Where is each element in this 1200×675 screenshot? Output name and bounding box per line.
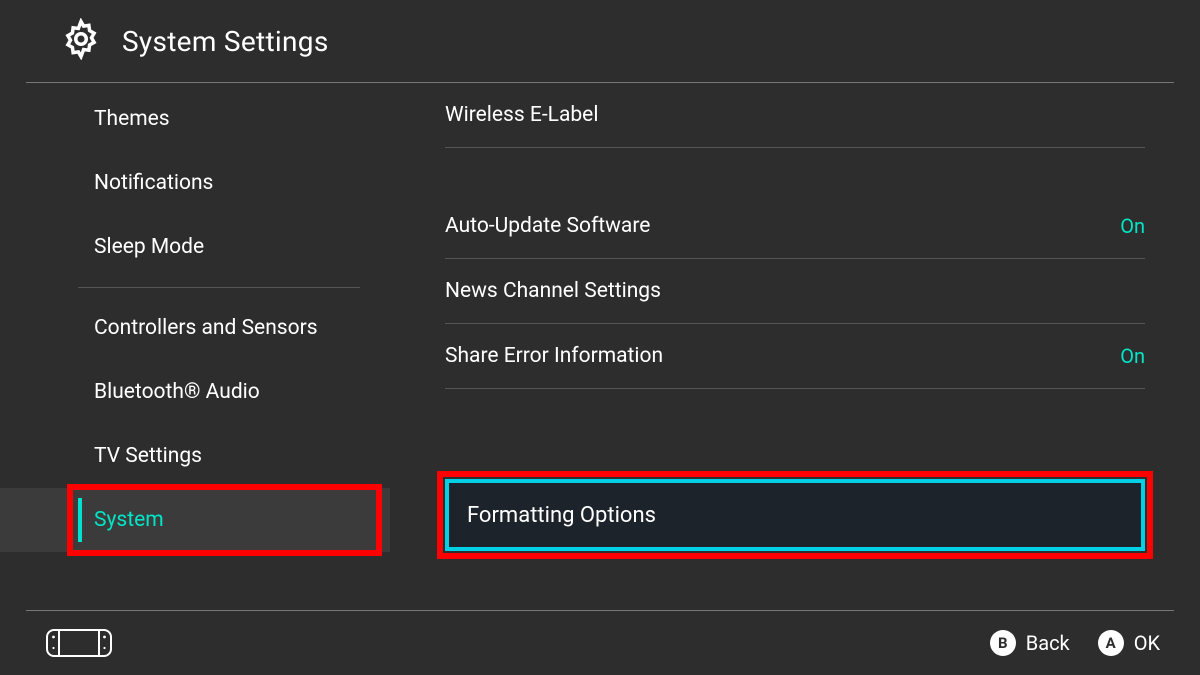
row-value: On (1120, 344, 1145, 368)
sidebar-item-controllers-and-sensors[interactable]: Controllers and Sensors (0, 296, 390, 360)
sidebar-item-sleep-mode[interactable]: Sleep Mode (0, 215, 390, 279)
row-formatting-options[interactable]: Formatting Options (445, 479, 1145, 551)
row-label: Wireless E-Label (445, 103, 598, 127)
sidebar-item-themes[interactable]: Themes (0, 87, 390, 151)
a-button-icon: A (1098, 630, 1124, 656)
page-title: System Settings (122, 25, 329, 58)
row-label: Auto-Update Software (445, 214, 650, 238)
row-label: News Channel Settings (445, 279, 661, 303)
section-gap (445, 148, 1145, 194)
sidebar-divider (78, 287, 360, 288)
row-label: Share Error Information (445, 344, 663, 368)
section-gap (445, 389, 1145, 479)
row-wireless-e-label[interactable]: Wireless E-Label (445, 83, 1145, 148)
sidebar: Themes Notifications Sleep Mode Controll… (0, 83, 390, 610)
row-auto-update-software[interactable]: Auto-Update Software On (445, 194, 1145, 259)
back-button[interactable]: B Back (990, 630, 1070, 656)
sidebar-item-system[interactable]: System (0, 488, 390, 552)
ok-button[interactable]: A OK (1098, 630, 1160, 656)
main-panel: Wireless E-Label Auto-Update Software On… (390, 83, 1200, 610)
sidebar-item-notifications[interactable]: Notifications (0, 151, 390, 215)
content: Themes Notifications Sleep Mode Controll… (0, 83, 1200, 610)
ok-label: OK (1134, 631, 1160, 655)
console-icon (46, 629, 112, 657)
row-value: On (1120, 214, 1145, 238)
row-news-channel-settings[interactable]: News Channel Settings (445, 259, 1145, 324)
header: System Settings (0, 0, 1200, 82)
back-label: Back (1026, 631, 1070, 655)
b-button-icon: B (990, 630, 1016, 656)
gear-icon (60, 18, 102, 64)
sidebar-item-bluetooth-audio[interactable]: Bluetooth® Audio (0, 360, 390, 424)
row-share-error-information[interactable]: Share Error Information On (445, 324, 1145, 389)
sidebar-item-tv-settings[interactable]: TV Settings (0, 424, 390, 488)
row-label: Formatting Options (467, 503, 656, 528)
footer: B Back A OK (0, 611, 1200, 675)
